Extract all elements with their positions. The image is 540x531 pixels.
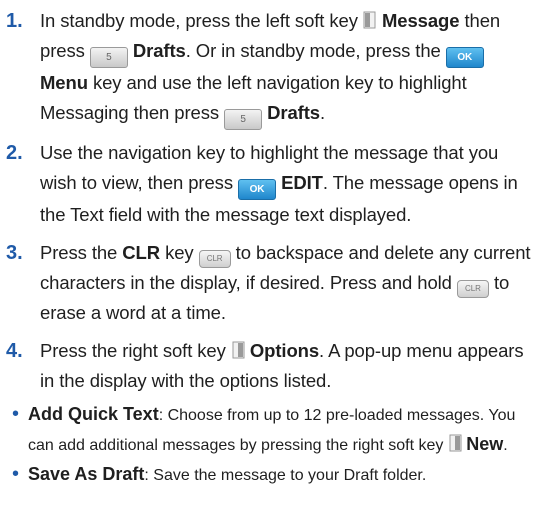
step-text: Use the navigation key to highlight the … (40, 142, 518, 225)
bullet-icon: • (12, 403, 20, 425)
step-1: 1. In standby mode, press the left soft … (6, 6, 534, 130)
left-soft-key-icon (363, 11, 376, 29)
right-soft-key-icon (449, 434, 462, 452)
ok-key-icon: OK (445, 47, 484, 68)
step-number: 1. (6, 10, 23, 32)
step-number: 4. (6, 340, 23, 362)
step-4: 4. Press the right soft key Options. A p… (6, 336, 534, 396)
ok-key-icon: OK (238, 179, 277, 200)
five-key-icon: 5 (224, 109, 263, 130)
five-key-icon: 5 (89, 47, 128, 68)
instructions-page: 1. In standby mode, press the left soft … (0, 6, 540, 531)
list-item: • Add Quick Text: Choose from up to 12 p… (12, 400, 534, 460)
step-number: 3. (6, 242, 23, 264)
step-3: 3. Press the CLR key CLR to backspace an… (6, 238, 534, 328)
list-item: • Save As Draft: Save the message to you… (12, 460, 534, 490)
bullet-icon: • (12, 463, 20, 485)
step-number: 2. (6, 142, 23, 164)
step-text: In standby mode, press the left soft key… (40, 6, 534, 130)
right-soft-key-icon (232, 341, 245, 359)
clr-key-icon: CLR (198, 250, 231, 268)
step-text: Press the CLR key CLR to backspace and d… (40, 242, 531, 323)
step-2: 2. Use the navigation key to highlight t… (6, 138, 534, 230)
options-list: • Add Quick Text: Choose from up to 12 p… (6, 400, 534, 490)
clr-key-icon: CLR (456, 280, 489, 298)
step-text: Press the right soft key Options. A pop-… (40, 340, 524, 391)
